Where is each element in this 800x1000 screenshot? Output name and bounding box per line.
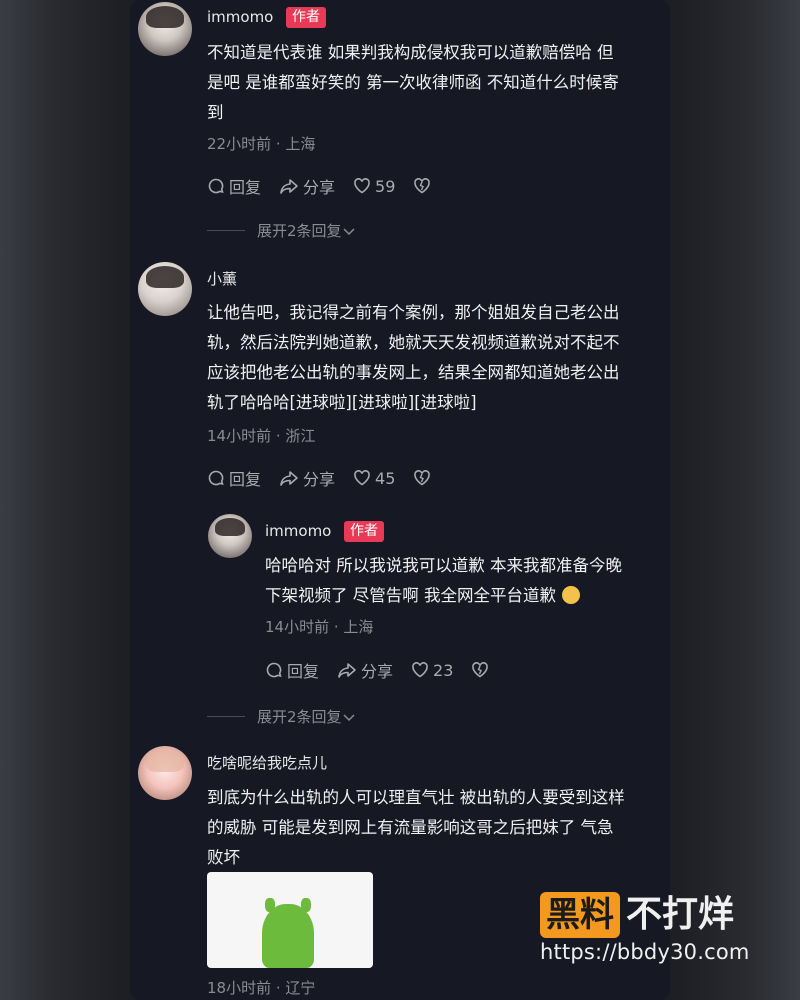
- comment-line: 的威胁 可能是发到网上有流量影响这哥之后把妹了 气急: [207, 818, 614, 837]
- share-button[interactable]: 分享: [337, 658, 393, 682]
- chevron-down-icon: [343, 713, 355, 721]
- like-count: 59: [375, 176, 396, 196]
- like-count: 23: [433, 660, 454, 680]
- share-button[interactable]: 分享: [279, 466, 335, 490]
- broken-heart-icon: [414, 178, 431, 194]
- comment-line: 败坏: [207, 848, 240, 867]
- reply-button[interactable]: 回复: [207, 466, 261, 490]
- comment-line-text: 下架视频了 尽管告啊 我全网全平台道歉: [265, 586, 556, 605]
- reply-icon: [266, 662, 282, 678]
- heart-icon: [354, 178, 370, 194]
- share-label: 分享: [303, 178, 336, 197]
- expand-label: 展开2条回复: [257, 708, 342, 726]
- broken-heart-icon: [472, 662, 489, 678]
- share-label: 分享: [303, 470, 336, 489]
- comment-text: 不知道是代表谁 如果判我构成侵权我可以道歉赔偿哈 但 是吧 是谁都蛮好笑的 第一…: [207, 38, 662, 128]
- reply-label: 回复: [287, 662, 320, 681]
- comment-line: 不知道是代表谁 如果判我构成侵权我可以道歉赔偿哈 但: [207, 43, 614, 62]
- comment-line: 下架视频了 尽管告啊 我全网全平台道歉: [265, 581, 660, 611]
- comment-meta: 14小时前 · 浙江: [207, 427, 316, 445]
- share-icon: [338, 663, 356, 678]
- comment-actions: 回复 分享 23: [265, 658, 511, 682]
- reply-icon: [208, 178, 224, 194]
- expand-replies-button[interactable]: 展开2条回复: [207, 220, 356, 241]
- heart-icon: [354, 470, 370, 486]
- reply-button[interactable]: 回复: [265, 658, 319, 682]
- like-button[interactable]: 59: [353, 177, 395, 196]
- divider: [207, 716, 245, 717]
- watermark-title: 不打烊: [626, 894, 735, 935]
- comment-panel: immomo 作者 不知道是代表谁 如果判我构成侵权我可以道歉赔偿哈 但 是吧 …: [130, 0, 670, 1000]
- dislike-button[interactable]: [413, 469, 435, 487]
- like-button[interactable]: 23: [411, 661, 453, 680]
- comment-line: 轨，然后法院判她道歉，她就天天发视频道歉说对不起不: [207, 333, 620, 352]
- author-badge: 作者: [286, 7, 326, 28]
- comment-line: 应该把他老公出轨的事发网上，结果全网都知道她老公出: [207, 363, 620, 382]
- comment-actions: 回复 分享 59: [207, 174, 453, 198]
- sticker-figure: [262, 904, 314, 968]
- share-button[interactable]: 分享: [279, 174, 335, 198]
- comment-image[interactable]: [207, 872, 373, 968]
- watermark: 黑料 不打烊 https://bbdy30.com: [540, 892, 750, 964]
- author-badge: 作者: [344, 521, 384, 542]
- like-count: 45: [375, 468, 396, 488]
- username[interactable]: immomo: [207, 8, 273, 26]
- like-button[interactable]: 45: [353, 469, 395, 488]
- comment-text: 让他告吧，我记得之前有个案例，那个姐姐发自己老公出 轨，然后法院判她道歉，她就天…: [207, 298, 662, 418]
- username[interactable]: immomo: [265, 522, 331, 540]
- avatar[interactable]: [208, 514, 252, 558]
- reply-label: 回复: [229, 178, 262, 197]
- comment-text: 哈哈哈对 所以我说我可以道歉 本来我都准备今晚 下架视频了 尽管告啊 我全网全平…: [265, 551, 660, 611]
- comment-line: 哈哈哈对 所以我说我可以道歉 本来我都准备今晚: [265, 556, 622, 575]
- comment-meta: 14小时前 · 上海: [265, 618, 374, 636]
- dislike-button[interactable]: [471, 661, 493, 679]
- comment-line: 轨了哈哈哈[进球啦][进球啦][进球啦]: [207, 393, 477, 412]
- emoji-icon: [562, 586, 580, 604]
- comment-line: 是吧 是谁都蛮好笑的 第一次收律师函 不知道什么时候寄: [207, 73, 619, 92]
- reply-button[interactable]: 回复: [207, 174, 261, 198]
- watermark-url: https://bbdy30.com: [540, 940, 750, 964]
- comment-line: 到底为什么出轨的人可以理直气壮 被出轨的人要受到这样: [207, 788, 625, 807]
- expand-replies-button[interactable]: 展开2条回复: [207, 706, 356, 727]
- reply-icon: [208, 470, 224, 486]
- comment-line: 让他告吧，我记得之前有个案例，那个姐姐发自己老公出: [207, 303, 620, 322]
- comment-text: 到底为什么出轨的人可以理直气壮 被出轨的人要受到这样 的威胁 可能是发到网上有流…: [207, 783, 662, 873]
- comment-actions: 回复 分享 45: [207, 466, 453, 490]
- username[interactable]: 吃啥呢给我吃点儿: [207, 752, 327, 773]
- share-icon: [280, 471, 298, 486]
- comment-line: 到: [207, 103, 224, 122]
- username[interactable]: 小薰: [207, 268, 237, 289]
- dislike-button[interactable]: [413, 177, 435, 195]
- expand-label: 展开2条回复: [257, 222, 342, 240]
- share-icon: [280, 179, 298, 194]
- comment-meta: 18小时前 · 辽宁: [207, 979, 316, 997]
- watermark-box: 黑料: [540, 892, 620, 938]
- comment-meta: 22小时前 · 上海: [207, 135, 316, 153]
- chevron-down-icon: [343, 227, 355, 235]
- share-label: 分享: [361, 662, 394, 681]
- divider: [207, 230, 245, 231]
- broken-heart-icon: [414, 470, 431, 486]
- avatar[interactable]: [138, 746, 192, 800]
- reply-label: 回复: [229, 470, 262, 489]
- avatar[interactable]: [138, 262, 192, 316]
- avatar[interactable]: [138, 2, 192, 56]
- heart-icon: [412, 662, 428, 678]
